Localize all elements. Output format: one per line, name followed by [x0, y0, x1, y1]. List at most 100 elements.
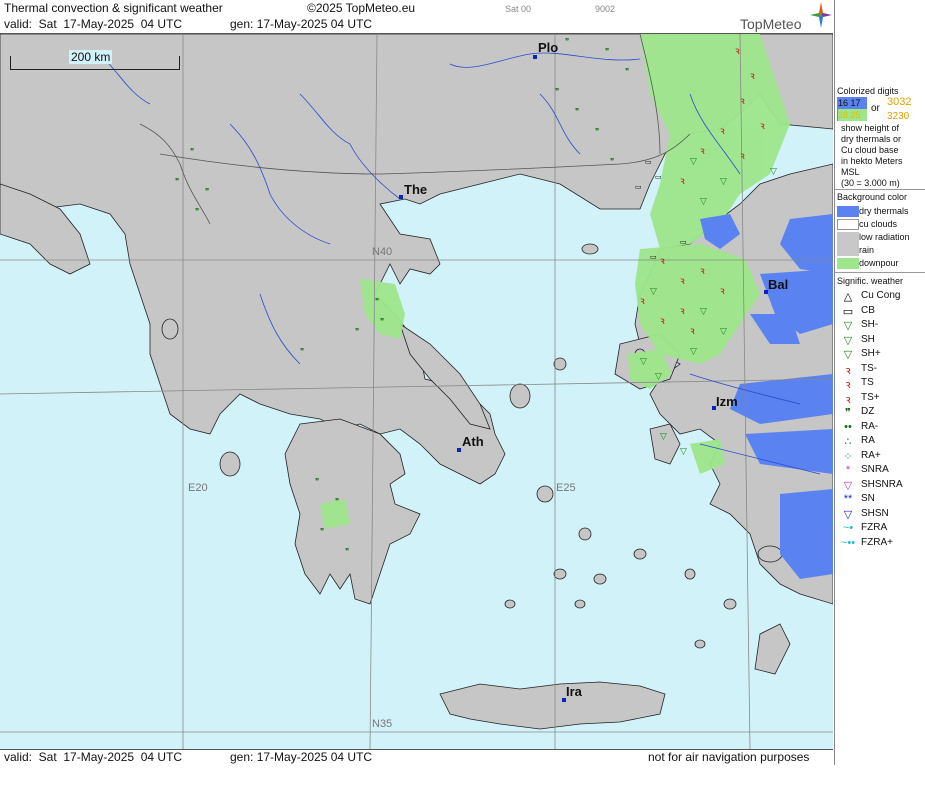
svg-text:ꝛ: ꝛ: [700, 266, 705, 277]
wx-symbol-ra--icon: ⁘: [843, 450, 853, 463]
svg-text:▭: ▭: [680, 238, 687, 246]
svg-text:❞: ❞: [190, 147, 194, 156]
legend-swatch-downpour: [837, 258, 859, 269]
logo-text: TopMeteo: [740, 16, 802, 32]
footer-bar: valid: Sat 17-May-2025 04 UTC gen: 17-Ma…: [0, 749, 833, 765]
legend-bg-rain: rain: [859, 245, 875, 255]
wx-symbol-ts-icon: ꝛ: [845, 379, 851, 391]
wx-symbol-cu-cong-icon: △: [843, 291, 853, 303]
svg-text:❞: ❞: [300, 347, 304, 356]
wx-label-dz: DZ: [861, 406, 875, 417]
svg-text:▭: ▭: [635, 183, 642, 191]
wx-label-shsnra: SHSNRA: [861, 478, 903, 490]
wx-label-fzra-: FZRA+: [861, 536, 893, 548]
svg-text:ꝛ: ꝛ: [750, 71, 755, 82]
svg-text:ꝛ: ꝛ: [700, 146, 705, 157]
svg-text:ꝛ: ꝛ: [740, 151, 745, 162]
wx-label-snra: SNRA: [861, 464, 889, 475]
header-extra-1: Sat 00: [505, 4, 532, 14]
svg-text:❞: ❞: [605, 47, 609, 56]
grid-label-e20: E20: [188, 482, 208, 494]
city-label-the: The: [404, 182, 428, 197]
footer-disclaimer: not for air navigation purposes: [648, 750, 810, 764]
svg-text:▽: ▽: [690, 347, 697, 357]
title-bar: Thermal convection & significant weather…: [0, 1, 833, 17]
weather-map[interactable]: ❞ ❞ ❞ ❞ ❞ ❞ ❞ ❞ ❞ ❞ ❞ ❞ ❞ ❞ ❞ ❞ ❞ ❞ ❞ ꝛꝛꝛꝛ ꝛꝛꝛꝛ ꝛꝛꝛꝛ ꝛ…: [0, 34, 833, 749]
city-label-plo: Plo: [538, 40, 559, 55]
legend-panel: Colorized digits 16 17 28 25 or 3032 323…: [834, 0, 925, 765]
legend-wx-title: Signific. weather: [837, 276, 904, 286]
legend-digits-or: or: [871, 103, 880, 114]
svg-text:ꝛ: ꝛ: [680, 306, 685, 317]
legend-digits-b2: 3230: [887, 111, 910, 122]
legend-swatch-low-radiation: [837, 232, 859, 256]
svg-text:❞: ❞: [610, 157, 614, 166]
svg-text:▽: ▽: [770, 167, 777, 177]
svg-text:❞: ❞: [380, 317, 384, 326]
topmeteo-logo: TopMeteo: [738, 2, 833, 34]
wx-symbol-fzra-icon: ~•: [842, 522, 854, 534]
svg-text:▽: ▽: [655, 372, 662, 382]
svg-text:❞: ❞: [595, 127, 599, 136]
svg-text:❞: ❞: [320, 527, 324, 536]
wx-label-sn: SN: [861, 493, 875, 504]
wx-label-sh-: SH+: [861, 348, 881, 359]
legend-bg-dry-thermals: dry thermals: [859, 206, 909, 216]
svg-text:▭: ▭: [655, 173, 662, 181]
generated-time: gen: 17-May-2025 04 UTC: [230, 17, 373, 31]
footer-generated-time: gen: 17-May-2025 04 UTC: [230, 750, 373, 764]
svg-text:❞: ❞: [375, 297, 379, 306]
legend-bg-title: Background color: [837, 192, 908, 202]
grid-label-n40: N40: [372, 246, 393, 258]
svg-text:▽: ▽: [650, 287, 657, 297]
city-label-ath: Ath: [462, 434, 484, 449]
wx-symbol-dz-icon: ❞: [845, 407, 851, 419]
grid-label-n35: N35: [372, 718, 393, 730]
svg-text:❞: ❞: [345, 547, 349, 556]
svg-text:ꝛ: ꝛ: [660, 316, 665, 327]
wx-label-ra-: RA-: [861, 420, 879, 432]
svg-text:❞: ❞: [315, 477, 319, 486]
wx-symbol-ra--icon: ••: [844, 420, 852, 433]
header-extra-2: 9002: [595, 4, 616, 14]
grid-label-e25: E25: [556, 482, 576, 494]
svg-text:▽: ▽: [690, 157, 697, 167]
svg-text:❞: ❞: [175, 177, 179, 186]
svg-text:▽: ▽: [720, 177, 727, 187]
svg-text:ꝛ: ꝛ: [640, 296, 645, 307]
map-title: Thermal convection & significant weather: [4, 1, 223, 15]
wx-symbol-snra-icon: *: [845, 464, 851, 476]
svg-text:▽: ▽: [680, 447, 687, 457]
legend-swatch-dry-thermals: [837, 206, 859, 217]
scale-bar: 200 km: [10, 50, 180, 70]
svg-text:❞: ❞: [205, 187, 209, 196]
wx-symbol-ts--icon: ꝛ: [845, 364, 851, 377]
wx-label-ts-: TS+: [861, 391, 880, 403]
wx-label-ts-: TS-: [861, 362, 878, 374]
wx-symbol-cb-icon: ▭: [842, 305, 854, 318]
wx-symbol-sh--icon: ▽: [843, 349, 853, 361]
scale-label: 200 km: [69, 50, 113, 64]
city-label-izm: Izm: [716, 394, 738, 409]
wx-label-ra: RA: [861, 435, 875, 446]
legend-digits-b1: 3032: [887, 96, 912, 108]
legend-bg-downpour: downpour: [859, 258, 899, 268]
wx-symbol-ra-icon: ∴: [844, 436, 852, 448]
valid-time: valid: Sat 17-May-2025 04 UTC: [4, 17, 183, 31]
map-canvas: ❞❞❞❞ ❞❞❞❞ ❞❞❞❞ ❞❞❞❞ ❞❞❞ ꝛꝛꝛꝛ ꝛꝛ ꝛꝛ ꝛꝛꝛꝛ ꝛ…: [0, 34, 833, 749]
wx-label-shsn: SHSN: [861, 507, 889, 519]
svg-text:❞: ❞: [625, 67, 629, 76]
wx-label-fzra: FZRA: [861, 522, 888, 533]
wx-symbol-ts--icon: ꝛ: [845, 393, 851, 406]
svg-text:ꝛ: ꝛ: [680, 176, 685, 187]
svg-text:▭: ▭: [645, 158, 652, 166]
compass-icon: [810, 2, 832, 28]
svg-text:▽: ▽: [700, 197, 707, 207]
svg-text:❞: ❞: [195, 207, 199, 216]
legend-digits-title: Colorized digits: [837, 86, 899, 96]
legend-bg-cu-clouds: cu clouds: [859, 219, 898, 229]
wx-label-sh-: SH-: [861, 319, 879, 330]
svg-text:ꝛ: ꝛ: [760, 121, 765, 132]
svg-text:ꝛ: ꝛ: [680, 276, 685, 287]
svg-text:ꝛ: ꝛ: [660, 256, 665, 267]
